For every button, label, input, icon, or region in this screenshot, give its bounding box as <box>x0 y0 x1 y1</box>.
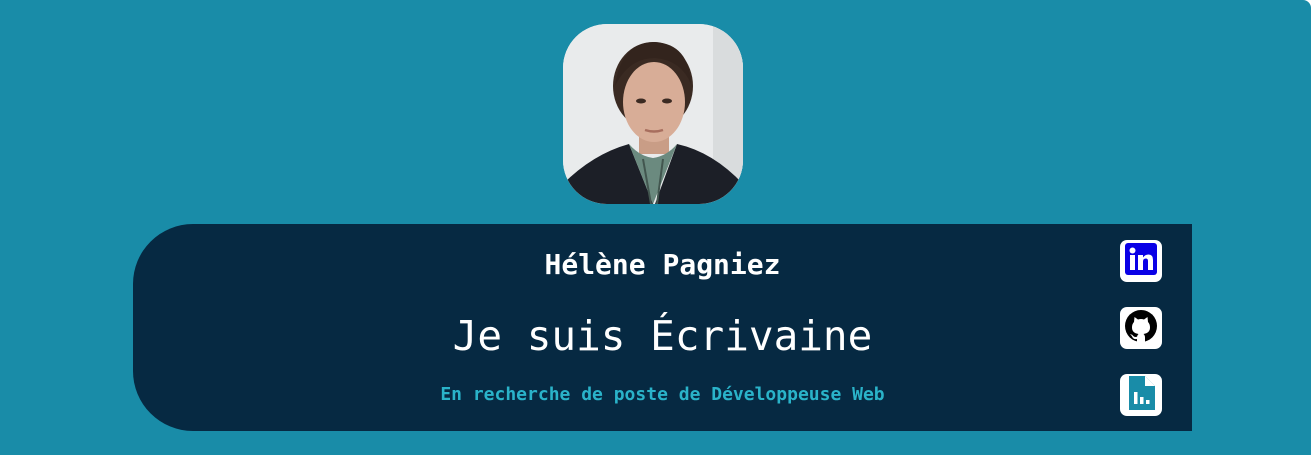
profile-headline: Je suis Écrivaine <box>452 312 873 360</box>
profile-tagline: En recherche de poste de Développeuse We… <box>440 384 885 405</box>
resume-file-icon <box>1127 376 1155 414</box>
profile-photo <box>563 24 743 204</box>
linkedin-link[interactable] <box>1120 240 1162 282</box>
resume-link[interactable] <box>1120 374 1162 416</box>
github-icon <box>1124 309 1158 347</box>
linkedin-icon <box>1125 243 1157 279</box>
profile-card: Hélène Pagniez Je suis Écrivaine En rech… <box>133 224 1192 431</box>
profile-name: Hélène Pagniez <box>544 248 781 281</box>
github-link[interactable] <box>1120 307 1162 349</box>
portfolio-header: Hélène Pagniez Je suis Écrivaine En rech… <box>0 0 1311 455</box>
